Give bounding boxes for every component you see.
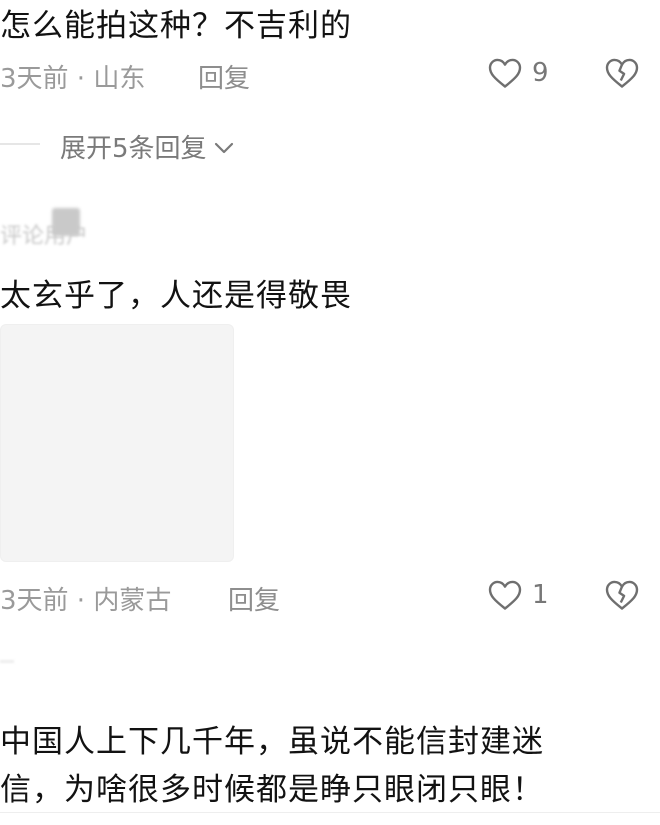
expand-replies-button[interactable]: 展开5条回复: [60, 128, 235, 165]
comment-text-line: 信，为啥很多时候都是睁只眼闭只眼！: [0, 772, 544, 808]
like-count: 9: [532, 58, 549, 88]
like-count: 1: [532, 580, 549, 610]
comment-text: 太玄乎了，人还是得敬畏: [0, 278, 352, 314]
comment-meta: 3天前 · 内蒙古: [0, 586, 172, 616]
comment-meta: 3天前 · 山东: [0, 64, 146, 94]
expand-replies-label: 展开5条回复: [60, 134, 207, 164]
comment-text: 怎么能拍这种？不吉利的: [0, 8, 352, 44]
bottom-divider: [0, 812, 660, 813]
heart-outline-icon[interactable]: [487, 578, 523, 612]
expand-divider: [0, 143, 40, 145]
reply-button[interactable]: 回复: [228, 580, 280, 617]
username-blur: [0, 660, 14, 663]
broken-heart-icon[interactable]: [604, 56, 640, 90]
heart-outline-icon[interactable]: [487, 56, 523, 90]
comment-image[interactable]: [0, 324, 234, 562]
comment-text-line: 中国人上下几千年，虽说不能信封建迷: [0, 724, 544, 760]
reply-button[interactable]: 回复: [198, 58, 250, 95]
broken-heart-icon[interactable]: [604, 578, 640, 612]
avatar[interactable]: [52, 208, 80, 236]
chevron-down-icon: [213, 132, 235, 162]
